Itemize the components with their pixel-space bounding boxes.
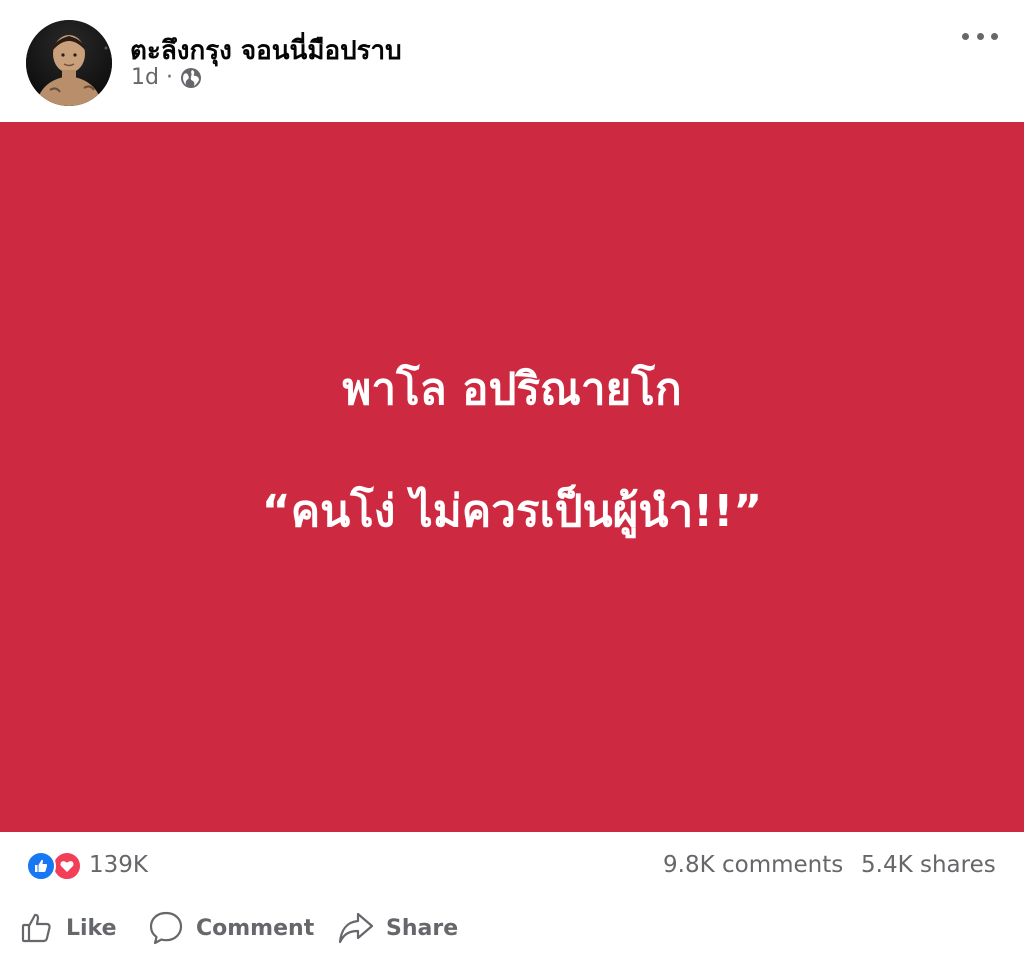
share-label: Share <box>386 915 459 941</box>
more-options-icon[interactable] <box>962 22 998 50</box>
like-label: Like <box>66 915 117 941</box>
post-timestamp[interactable]: 1d <box>131 65 159 90</box>
shares-count[interactable]: 5.4K shares <box>861 852 996 878</box>
post-text-line-2: “คนโง่ ไม่ควรเป็นผู้นำ!!” <box>261 486 763 537</box>
share-button[interactable]: Share <box>338 908 458 948</box>
comments-count[interactable]: 9.8K comments <box>663 852 843 878</box>
post-header: ตะลึงกรุง จอนนี่มือปราบ 1d · <box>0 0 1024 122</box>
globe-icon <box>180 67 202 89</box>
reaction-icons[interactable] <box>26 851 82 881</box>
post-meta: 1d · <box>131 65 202 90</box>
reactions-count[interactable]: 139K <box>89 852 148 878</box>
post-stats-bar: 139K 9.8K comments 5.4K shares <box>0 832 1024 896</box>
share-arrow-icon <box>338 911 374 945</box>
like-button[interactable]: Like <box>20 908 117 948</box>
thumbs-up-icon <box>20 911 54 945</box>
comment-label: Comment <box>196 915 315 941</box>
comment-icon <box>148 910 184 946</box>
post-text-line-1: พาโล อปริณายโก <box>342 364 682 415</box>
comment-button[interactable]: Comment <box>148 908 314 948</box>
avatar[interactable] <box>26 20 112 106</box>
love-reaction-icon <box>52 851 82 881</box>
like-reaction-icon <box>26 851 56 881</box>
separator-dot: · <box>165 65 173 90</box>
post-content-card[interactable]: พาโล อปริณายโก “คนโง่ ไม่ควรเป็นผู้นำ!!” <box>0 122 1024 832</box>
post-actions-bar: Like Comment Share <box>0 896 1024 959</box>
